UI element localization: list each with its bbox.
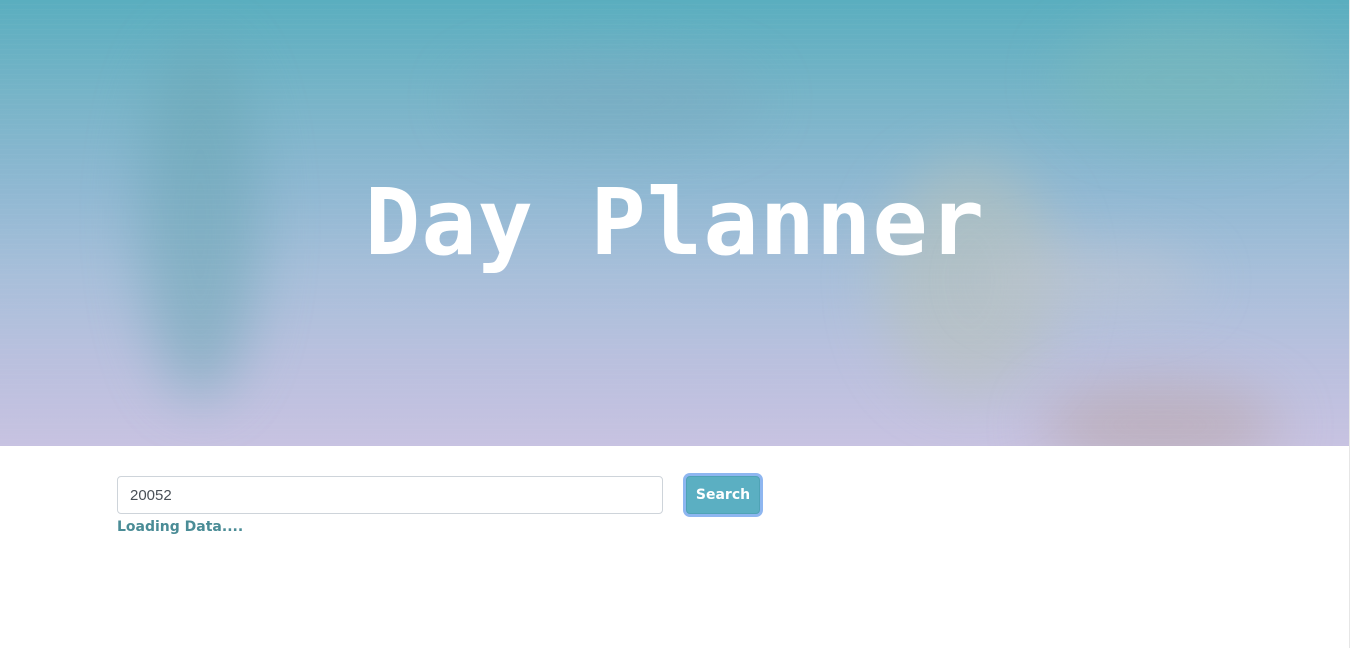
search-input[interactable] [117, 476, 663, 514]
loading-status: Loading Data.... [117, 519, 244, 535]
search-button[interactable]: Search [686, 476, 760, 514]
page-title: Day Planner [364, 169, 986, 276]
page: Day Planner Search Loading Data.... [0, 0, 1350, 648]
hero-banner: Day Planner [0, 0, 1350, 446]
